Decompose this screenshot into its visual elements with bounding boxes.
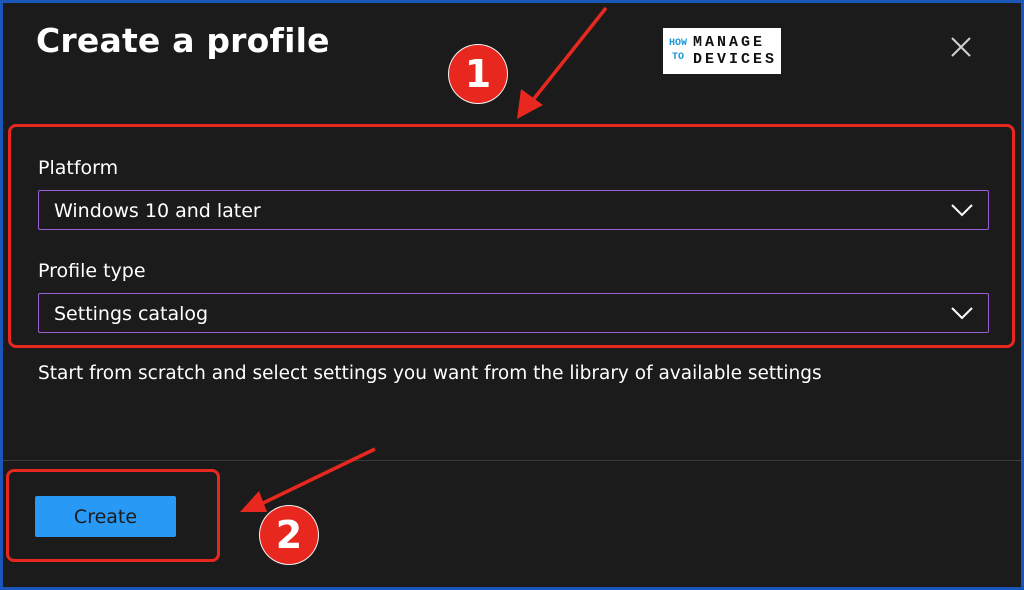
logo-devices-text: DEVICES — [692, 51, 777, 68]
step-1-badge: 1 — [449, 45, 507, 103]
platform-dropdown[interactable]: Windows 10 and later — [38, 190, 989, 230]
profile-type-dropdown[interactable]: Settings catalog — [38, 293, 989, 333]
dialog-title: Create a profile — [36, 21, 330, 60]
logo-how-to: HOW TO — [667, 28, 689, 74]
platform-selected-value: Windows 10 and later — [54, 200, 261, 222]
close-button[interactable] — [946, 32, 976, 62]
create-button[interactable]: Create — [35, 496, 176, 537]
arrow-1-head — [517, 89, 543, 119]
logo-manage-text: MANAGE — [692, 34, 765, 51]
profile-type-selected-value: Settings catalog — [54, 303, 209, 325]
footer-divider — [3, 460, 1021, 461]
logo-to-text: TO — [671, 52, 684, 63]
arrow-2-head — [240, 491, 267, 512]
arrow-1-shaft — [527, 6, 608, 107]
close-icon[interactable] — [946, 32, 976, 62]
chevron-down-icon — [951, 204, 973, 217]
profile-type-description: Start from scratch and select settings y… — [38, 363, 822, 384]
create-profile-dialog: Create a profile HOW TO MANAGE DEVICES P… — [0, 0, 1024, 590]
arrow-2-shaft — [258, 447, 376, 507]
logo-manage-devices: MANAGE DEVICES — [693, 34, 777, 68]
platform-label: Platform — [38, 157, 119, 179]
how-to-manage-devices-logo: HOW TO MANAGE DEVICES — [663, 28, 781, 74]
logo-how-text: HOW — [668, 38, 687, 49]
chevron-down-icon — [951, 307, 973, 320]
step-2-badge: 2 — [260, 506, 318, 564]
profile-type-label: Profile type — [38, 260, 146, 282]
